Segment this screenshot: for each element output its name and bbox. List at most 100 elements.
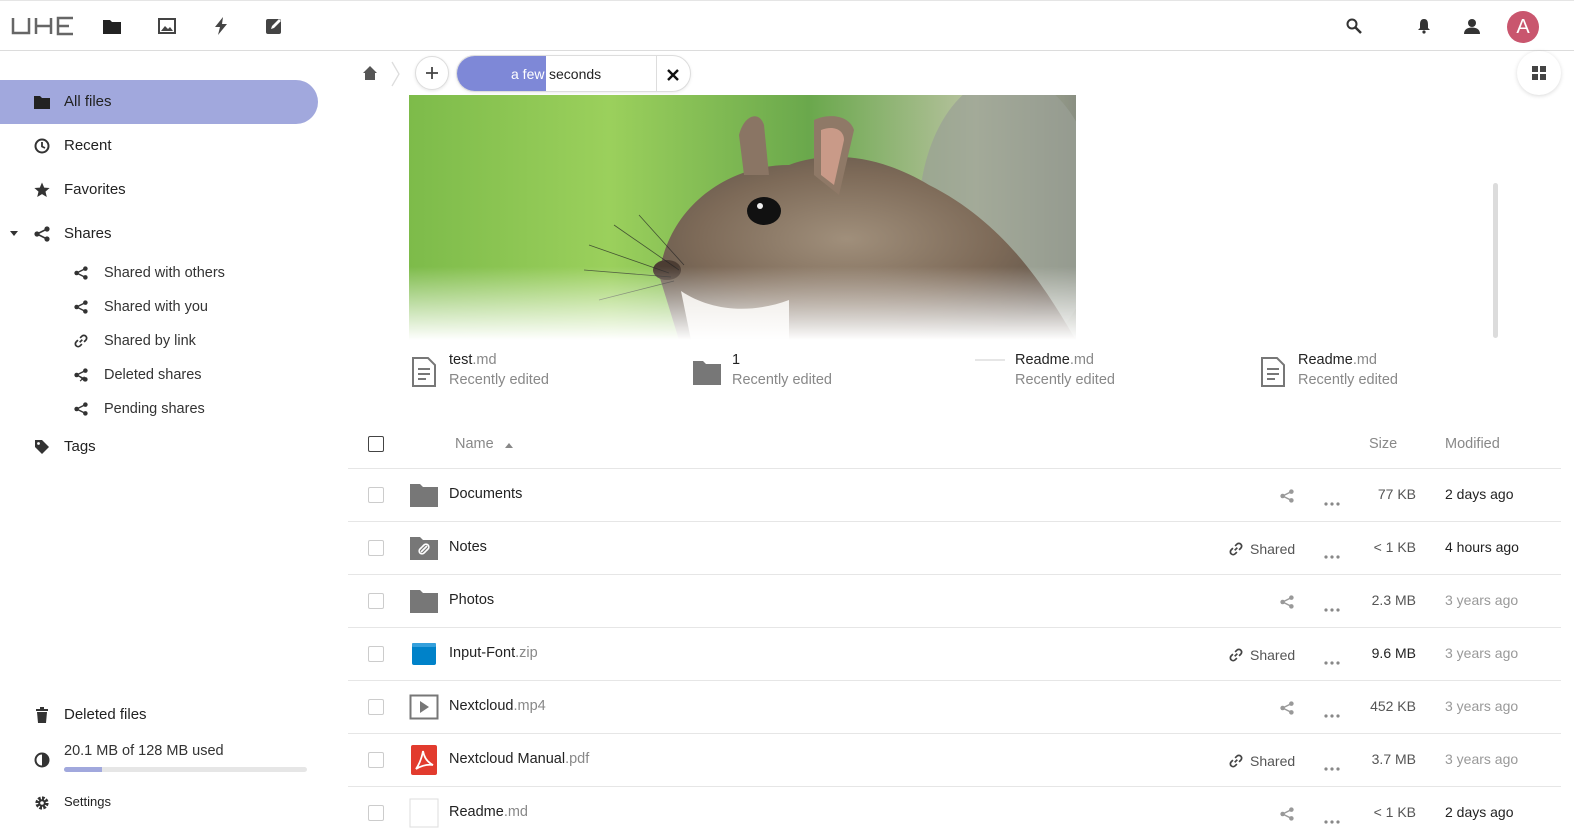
file-size: 9.6 MB: [1371, 645, 1416, 661]
document-icon: [1258, 356, 1288, 388]
quota-pie-icon: [33, 751, 51, 769]
recent-file-status: Recently edited: [1015, 372, 1115, 388]
table-row[interactable]: Nextcloud Manual.pdf Shared 3.7 MB 3 yea…: [348, 734, 1561, 787]
nav-label: All files: [64, 93, 112, 110]
table-row[interactable]: Notes Shared < 1 KB 4 hours ago: [348, 522, 1561, 575]
shared-link-indicator[interactable]: Shared: [1229, 646, 1295, 664]
shared-link-indicator[interactable]: Shared: [1229, 540, 1295, 558]
home-icon[interactable]: [362, 65, 378, 81]
collapse-caret-icon[interactable]: [10, 231, 18, 236]
share-icon[interactable]: [1280, 487, 1294, 505]
file-name[interactable]: Documents: [449, 486, 522, 502]
more-actions-icon[interactable]: [1324, 652, 1340, 665]
share-icon[interactable]: [1280, 593, 1294, 611]
nav-favorites[interactable]: Favorites: [0, 168, 318, 212]
nav-all-files[interactable]: All files: [0, 80, 318, 124]
file-name[interactable]: Notes: [449, 539, 487, 555]
shared-link-indicator[interactable]: Shared: [1229, 752, 1295, 770]
more-actions-icon[interactable]: [1324, 599, 1340, 612]
recent-file-card[interactable]: Readme.md Recently edited: [975, 351, 1235, 393]
column-header-size[interactable]: Size: [1369, 436, 1397, 452]
new-button[interactable]: [415, 56, 449, 90]
row-checkbox[interactable]: [368, 646, 384, 662]
pdf-icon: [409, 745, 439, 775]
grid-view-toggle-icon[interactable]: [1517, 51, 1561, 95]
more-actions-icon[interactable]: [1324, 705, 1340, 718]
nav-label: Shares: [64, 225, 112, 242]
contacts-icon[interactable]: [1463, 16, 1483, 36]
row-checkbox[interactable]: [368, 805, 384, 821]
column-header-modified[interactable]: Modified: [1445, 436, 1500, 452]
recent-file-card[interactable]: test.md Recently edited: [409, 351, 669, 393]
nav-deleted-files[interactable]: Deleted files: [0, 693, 318, 737]
share-icon: [33, 225, 51, 243]
search-icon[interactable]: [1344, 16, 1364, 36]
shared-label: Shared: [1250, 753, 1296, 769]
row-checkbox[interactable]: [368, 487, 384, 503]
tag-icon: [33, 438, 51, 456]
notifications-bell-icon[interactable]: [1414, 16, 1434, 36]
nav-tags[interactable]: Tags: [0, 425, 318, 469]
shared-folder-icon: [409, 533, 439, 563]
share-icon[interactable]: [1280, 699, 1294, 717]
nav-label: Shared by link: [104, 333, 196, 349]
file-modified: 3 years ago: [1445, 592, 1519, 608]
gear-icon: [33, 794, 51, 812]
table-row[interactable]: Documents 77 KB 2 days ago: [348, 469, 1561, 522]
nav-shared-by-link[interactable]: Shared by link: [0, 324, 318, 358]
recent-file-name: 1: [732, 352, 741, 368]
nav-label: Deleted shares: [104, 367, 202, 383]
files-app: A All files Recent Favorites Shares Shar…: [0, 0, 1574, 830]
row-checkbox[interactable]: [368, 752, 384, 768]
user-avatar[interactable]: A: [1507, 11, 1539, 43]
activity-app-icon[interactable]: [211, 16, 231, 36]
nav-label: Shared with others: [104, 265, 225, 281]
document-icon: [409, 356, 439, 388]
recent-file-status: Recently edited: [1298, 372, 1398, 388]
row-checkbox[interactable]: [368, 540, 384, 556]
sort-ascending-icon[interactable]: [505, 443, 513, 448]
column-header-name[interactable]: Name: [455, 436, 494, 452]
share-icon[interactable]: [1280, 805, 1294, 823]
recent-file-card[interactable]: Readme.md Recently edited: [1258, 351, 1518, 393]
recent-file-status: Recently edited: [449, 372, 549, 388]
notes-app-icon[interactable]: [264, 16, 284, 36]
table-row[interactable]: Photos 2.3 MB 3 years ago: [348, 575, 1561, 628]
file-name[interactable]: Nextcloud.mp4: [449, 698, 546, 714]
nav-label: Recent: [64, 137, 112, 154]
more-actions-icon[interactable]: [1324, 493, 1340, 506]
file-name[interactable]: Photos: [449, 592, 494, 608]
more-actions-icon[interactable]: [1324, 758, 1340, 771]
file-name[interactable]: Readme.md: [449, 804, 528, 820]
recent-file-card[interactable]: 1 Recently edited: [692, 351, 952, 393]
photos-app-icon[interactable]: [157, 16, 177, 36]
select-all-checkbox[interactable]: [368, 436, 384, 452]
table-row[interactable]: Nextcloud.mp4 452 KB 3 years ago: [348, 681, 1561, 734]
folder-icon: [692, 356, 722, 388]
file-name[interactable]: Nextcloud Manual.pdf: [449, 751, 589, 767]
nav-recent[interactable]: Recent: [0, 124, 318, 168]
row-checkbox[interactable]: [368, 593, 384, 609]
files-app-icon[interactable]: [102, 16, 122, 36]
nav-settings[interactable]: Settings: [0, 781, 318, 825]
document-icon: [409, 798, 439, 828]
file-size: < 1 KB: [1373, 804, 1416, 820]
more-actions-icon[interactable]: [1324, 811, 1340, 824]
nav-shared-with-you[interactable]: Shared with you: [0, 290, 318, 324]
row-checkbox[interactable]: [368, 699, 384, 715]
folder-icon: [409, 586, 439, 616]
nav-shares[interactable]: Shares: [0, 212, 318, 256]
more-actions-icon[interactable]: [1324, 546, 1340, 559]
nav-deleted-shares[interactable]: Deleted shares: [0, 358, 318, 392]
table-row[interactable]: Input-Font.zip Shared 9.6 MB 3 years ago: [348, 628, 1561, 681]
nav-shared-with-others[interactable]: Shared with others: [0, 256, 318, 290]
table-row[interactable]: Readme.md < 1 KB 2 days ago: [348, 787, 1561, 830]
recommendations-scrollbar[interactable]: [1493, 183, 1498, 338]
app-logo[interactable]: [11, 16, 77, 36]
nav-pending-shares[interactable]: Pending shares: [0, 392, 318, 426]
file-name[interactable]: Input-Font.zip: [449, 645, 538, 661]
top-header: A: [0, 0, 1574, 51]
upload-progress-text: a few: [511, 66, 545, 82]
cancel-upload-close-icon[interactable]: [662, 64, 684, 86]
file-modified: 4 hours ago: [1445, 539, 1519, 555]
